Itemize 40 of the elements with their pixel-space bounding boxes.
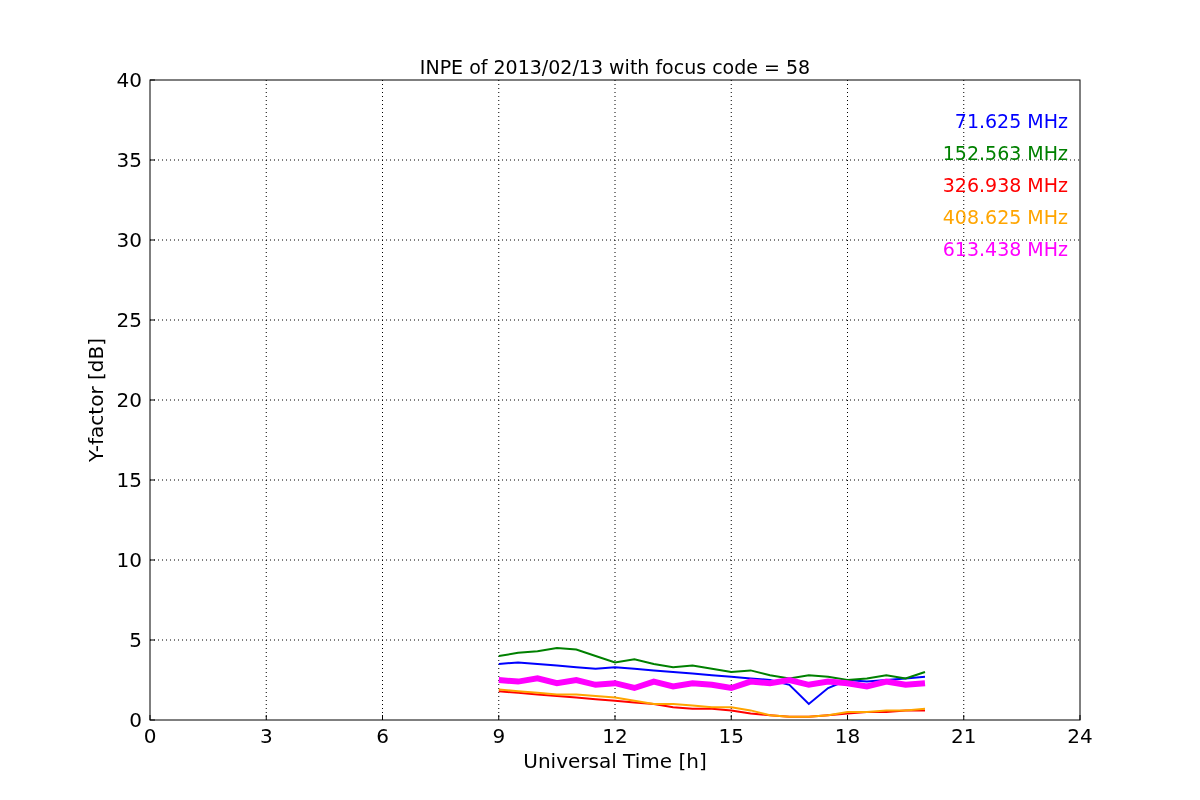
x-axis-label: Universal Time [h]: [523, 749, 707, 773]
y-tick-label: 25: [116, 308, 142, 332]
x-tick-label: 24: [1067, 724, 1093, 748]
y-tick-label: 10: [116, 548, 142, 572]
legend-label: 152.563 MHz: [942, 142, 1068, 164]
x-tick-label: 3: [259, 724, 273, 748]
tick-mark: [149, 319, 156, 321]
x-tick-label: 15: [718, 724, 744, 748]
legend-label: 71.625 MHz: [954, 110, 1068, 132]
x-tick-label: 21: [951, 724, 977, 748]
legend-label: 326.938 MHz: [942, 174, 1068, 196]
x-tick-label: 12: [602, 724, 628, 748]
tick-mark: [149, 399, 156, 401]
y-tick-label: 15: [116, 468, 142, 492]
y-tick-label: 20: [116, 388, 142, 412]
x-tick-label: 18: [834, 724, 861, 748]
y-tick-label: 35: [116, 148, 142, 172]
y-tick-label: 5: [129, 628, 142, 652]
y-tick-label: 0: [129, 708, 142, 732]
tick-mark: [847, 714, 848, 721]
y-tick-label: 40: [116, 68, 142, 92]
legend-label: 408.625 MHz: [942, 206, 1068, 228]
y-axis-label: Y-factor [dB]: [84, 338, 108, 462]
legend-label: 613.438 MHz: [942, 238, 1068, 260]
tick-mark: [149, 239, 156, 241]
tick-mark: [149, 639, 156, 641]
y-tick-label: 30: [116, 228, 142, 252]
tick-mark: [498, 714, 500, 721]
tick-mark: [614, 714, 616, 721]
chart-title: INPE of 2013/02/13 with focus code = 58: [419, 56, 811, 78]
x-tick-label: 0: [143, 724, 157, 748]
tick-mark: [382, 714, 383, 721]
tick-mark: [265, 714, 267, 721]
tick-mark: [149, 159, 156, 161]
tick-mark: [963, 714, 965, 721]
tick-mark: [730, 714, 732, 721]
x-tick-label: 6: [376, 724, 389, 748]
tick-mark: [149, 559, 156, 561]
x-tick-label: 9: [492, 724, 506, 748]
tick-mark: [149, 479, 156, 481]
